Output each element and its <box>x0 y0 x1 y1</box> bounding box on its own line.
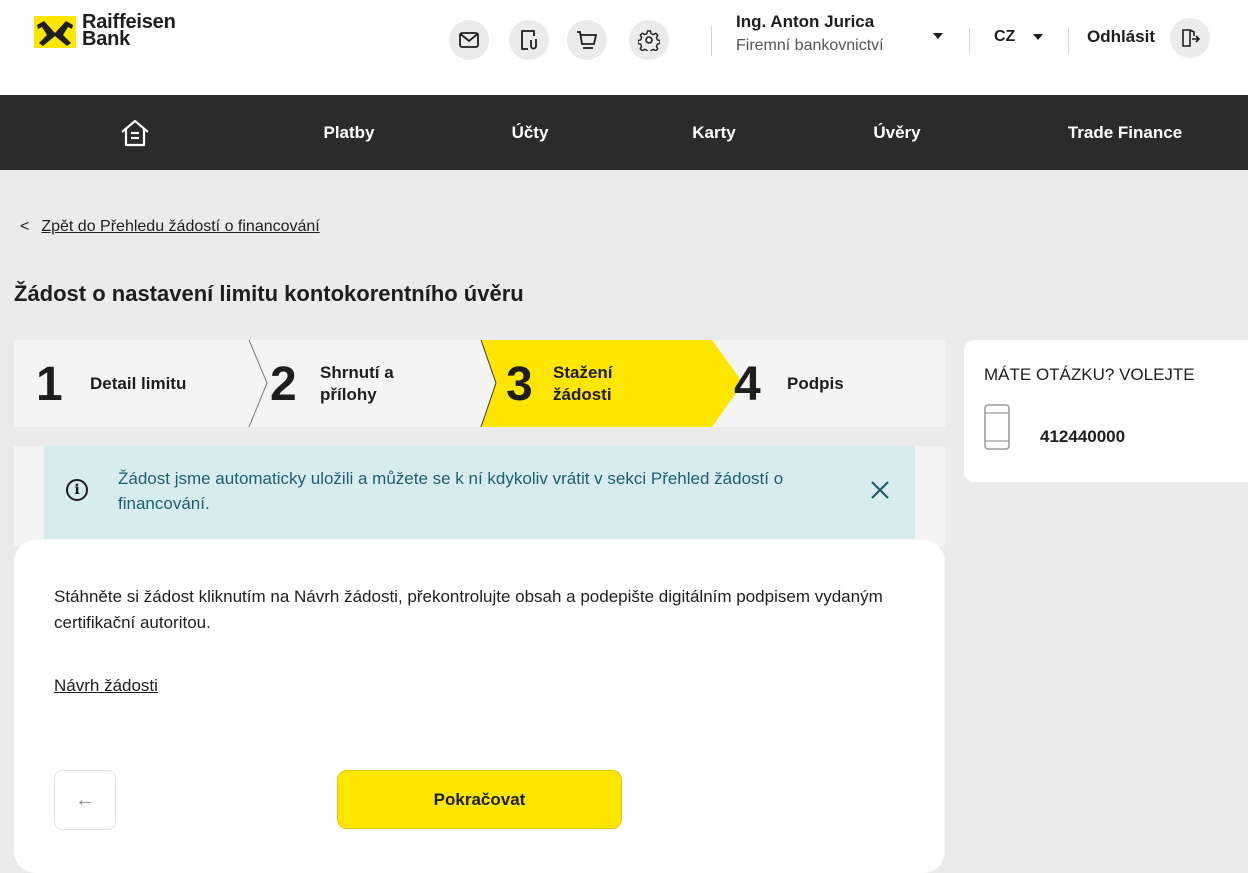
step-1-number: 1 <box>36 358 63 411</box>
gear-icon <box>638 30 660 51</box>
logout-button[interactable]: Odhlásit <box>1087 27 1155 47</box>
application-draft-link[interactable]: Návrh žádosti <box>54 676 158 696</box>
step-4-label: Podpis <box>787 374 844 393</box>
cart-button[interactable] <box>567 20 607 60</box>
home-icon <box>121 119 149 146</box>
logo-line-2: Bank <box>82 28 131 50</box>
step-4-number: 4 <box>734 358 761 411</box>
info-banner-text: Žádost jsme automaticky uložili a můžete… <box>118 469 784 513</box>
continue-button[interactable]: Pokračovat <box>337 770 622 829</box>
header-divider <box>969 28 970 54</box>
nav-trade-finance[interactable]: Trade Finance <box>1045 95 1205 170</box>
info-icon: i <box>66 479 88 501</box>
logout-door-icon <box>1182 29 1200 47</box>
document-icon <box>521 30 537 50</box>
info-banner: i Žádost jsme automaticky uložili a může… <box>44 446 915 539</box>
step-3-label-line1: Stažení <box>553 363 613 382</box>
page-title: Žádost o nastavení limitu kontokorentníh… <box>14 281 524 306</box>
step-2-label: Shrnutí a přílohy <box>320 362 394 406</box>
nav-karty[interactable]: Karty <box>654 95 774 170</box>
main-content-card: Stáhněte si žádost kliknutím na Návrh žá… <box>14 540 945 873</box>
header-divider <box>1068 28 1069 54</box>
instructions-text: Stáhněte si žádost kliknutím na Návrh žá… <box>54 587 883 632</box>
step-3-number: 3 <box>506 358 533 411</box>
nav-home[interactable] <box>90 95 180 170</box>
step-2-number: 2 <box>270 358 297 411</box>
language-selector[interactable]: CZ <box>994 28 1015 46</box>
user-role: Firemní bankovnictví <box>736 37 884 54</box>
mobile-phone-icon <box>984 404 1010 450</box>
progress-stepper: 1 Detail limitu 2 Shrnutí a přílohy 3 St… <box>14 340 945 427</box>
step-separator <box>248 340 268 427</box>
language-value: CZ <box>994 28 1016 45</box>
nav-platby[interactable]: Platby <box>289 95 409 170</box>
step-2-label-line1: Shrnutí a <box>320 363 394 382</box>
main-navigation: Platby Účty Karty Úvěry Trade Finance <box>0 95 1248 170</box>
nav-ucty[interactable]: Účty <box>470 95 590 170</box>
close-icon[interactable] <box>868 478 892 502</box>
top-header: Raiffeisen Bank Ing. Anton Jurica Firemn… <box>0 0 1248 95</box>
step-1-label: Detail limitu <box>90 374 187 393</box>
breadcrumb: < Zpět do Přehledu žádostí o financování <box>20 218 320 236</box>
step-3-label-line2: žádosti <box>553 385 612 404</box>
user-name: Ing. Anton Jurica <box>736 12 875 31</box>
cart-icon <box>577 31 598 49</box>
mail-icon <box>459 32 479 48</box>
help-contact-card: MÁTE OTÁZKU? VOLEJTE 412440000 <box>964 340 1248 482</box>
back-button[interactable]: ← <box>54 770 116 830</box>
step-3-label: Stažení žádosti <box>553 362 613 406</box>
back-to-overview-link[interactable]: Zpět do Přehledu žádostí o financování <box>41 218 319 235</box>
documents-button[interactable] <box>509 20 549 60</box>
raiffeisen-logo[interactable]: Raiffeisen Bank <box>34 12 176 50</box>
settings-button[interactable] <box>629 20 669 60</box>
messages-button[interactable] <box>449 20 489 60</box>
user-menu[interactable]: Ing. Anton Jurica Firemní bankovnictví <box>736 12 884 55</box>
language-chevron-down-icon[interactable] <box>1033 34 1043 40</box>
help-title: MÁTE OTÁZKU? VOLEJTE <box>984 365 1195 384</box>
chevron-left-icon[interactable]: < <box>20 218 29 235</box>
header-divider <box>711 26 712 56</box>
logo-text: Raiffeisen Bank <box>82 12 176 50</box>
step-2-label-line2: přílohy <box>320 385 377 404</box>
logo-crossed-gables-icon <box>34 16 76 48</box>
help-phone-number[interactable]: 412440000 <box>1040 427 1125 447</box>
arrow-left-icon: ← <box>75 788 95 811</box>
user-menu-chevron-down-icon[interactable] <box>933 33 943 39</box>
nav-uvery[interactable]: Úvěry <box>837 95 957 170</box>
logout-icon-button[interactable] <box>1170 18 1210 58</box>
